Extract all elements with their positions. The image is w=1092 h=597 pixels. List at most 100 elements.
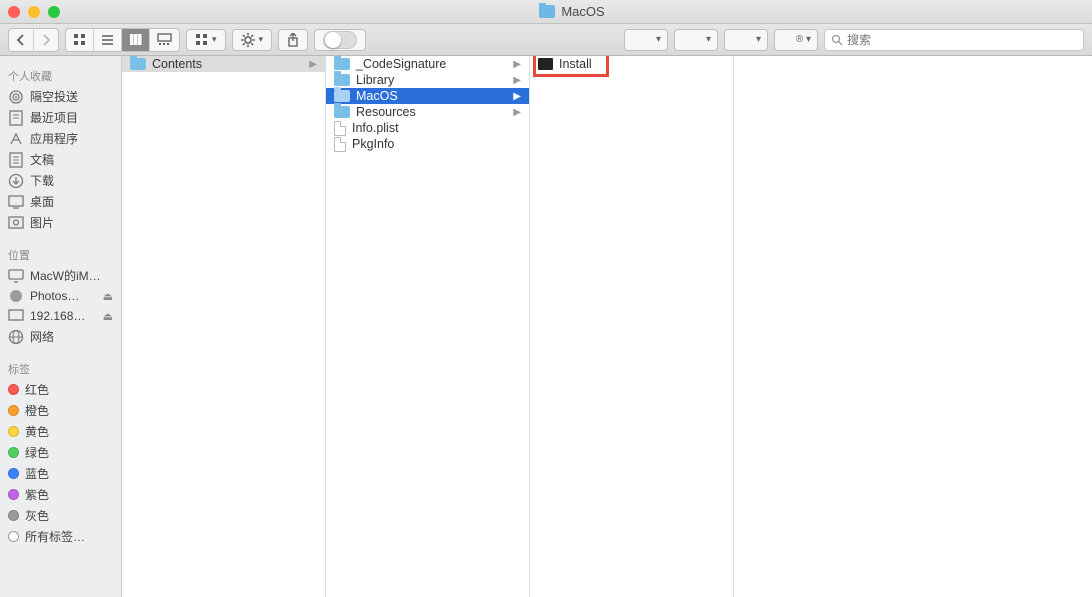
sidebar-item-label: 蓝色 — [25, 465, 49, 482]
sidebar-favorite-3[interactable]: 文稿 — [0, 149, 121, 170]
file-row[interactable]: PkgInfo — [326, 136, 529, 152]
sidebar-item-label: 所有标签… — [25, 528, 85, 545]
file-name: Library — [356, 73, 394, 87]
sidebar-tag-4[interactable]: 蓝色 — [0, 463, 121, 484]
sidebar-location-0[interactable]: MacW的iM… — [0, 265, 121, 286]
file-row[interactable]: Install — [530, 56, 733, 72]
eject-icon[interactable]: ⏏ — [103, 310, 113, 323]
applications-icon — [8, 131, 24, 147]
chevron-right-icon: ▶ — [513, 107, 521, 118]
chevron-right-icon: ▶ — [309, 59, 317, 70]
dropdown-4[interactable]: ® ▾ — [774, 29, 818, 51]
sidebar-tag-0[interactable]: 红色 — [0, 379, 121, 400]
sidebar-tag-7[interactable]: 所有标签… — [0, 526, 121, 547]
sidebar-location-1[interactable]: Photos… ⏏ — [0, 286, 121, 306]
file-row[interactable]: Contents ▶ — [122, 56, 325, 72]
server-icon — [8, 308, 24, 324]
titlebar: MacOS — [0, 0, 1092, 24]
file-icon — [334, 137, 346, 152]
tag-color-icon — [8, 405, 19, 416]
folder-icon — [334, 58, 350, 70]
sidebar-tag-5[interactable]: 紫色 — [0, 484, 121, 505]
dropdown-1[interactable]: ▾ — [624, 29, 668, 51]
sidebar: 个人收藏 隔空投送最近项目应用程序文稿下载桌面图片 位置 MacW的iM…Pho… — [0, 56, 122, 597]
tag-color-icon — [8, 384, 19, 395]
chevron-right-icon: ▶ — [513, 59, 521, 70]
view-buttons — [65, 28, 180, 52]
column-4 — [734, 56, 1092, 597]
nav-buttons — [8, 28, 59, 52]
sidebar-favorite-0[interactable]: 隔空投送 — [0, 86, 121, 107]
column-view-button[interactable] — [122, 29, 150, 51]
sidebar-location-2[interactable]: 192.168…⏏ — [0, 306, 121, 326]
sidebar-favorite-5[interactable]: 桌面 — [0, 191, 121, 212]
close-button[interactable] — [8, 6, 20, 18]
sidebar-item-label: 网络 — [30, 328, 54, 345]
sidebar-item-label: 下载 — [30, 172, 54, 189]
window-title: MacOS — [561, 4, 604, 19]
sidebar-item-label: 桌面 — [30, 193, 54, 210]
search-icon — [831, 34, 843, 46]
locations-header: 位置 — [0, 243, 121, 265]
file-name: Contents — [152, 57, 202, 71]
traffic-lights — [8, 6, 60, 18]
eject-icon[interactable]: ⏏ — [103, 290, 113, 303]
sidebar-item-label: 橙色 — [25, 402, 49, 419]
dropdown-3[interactable]: ▾ — [724, 29, 768, 51]
file-name: MacOS — [356, 89, 398, 103]
file-row[interactable]: Resources ▶ — [326, 104, 529, 120]
icon-view-button[interactable] — [66, 29, 94, 51]
zoom-button[interactable] — [48, 6, 60, 18]
file-name: Resources — [356, 105, 416, 119]
sidebar-item-label: 绿色 — [25, 444, 49, 461]
disk-icon — [8, 288, 24, 304]
sidebar-item-label: 图片 — [30, 214, 54, 231]
folder-icon — [334, 74, 350, 86]
airdrop-icon — [8, 89, 24, 105]
chevron-right-icon: ▶ — [513, 91, 521, 102]
tags-button[interactable] — [314, 29, 366, 51]
sidebar-favorite-1[interactable]: 最近项目 — [0, 107, 121, 128]
sidebar-item-label: 灰色 — [25, 507, 49, 524]
column-1: Contents ▶ — [122, 56, 326, 597]
downloads-icon — [8, 173, 24, 189]
network-icon — [8, 329, 24, 345]
column-browser: Contents▶ _CodeSignature▶Library▶MacOS▶R… — [122, 56, 1092, 597]
minimize-button[interactable] — [28, 6, 40, 18]
sidebar-favorite-4[interactable]: 下载 — [0, 170, 121, 191]
toggle-icon — [323, 31, 357, 49]
action-button[interactable]: ▾ — [232, 29, 273, 51]
exec-icon — [538, 58, 553, 70]
share-button[interactable] — [278, 29, 308, 51]
tag-color-icon — [8, 468, 19, 479]
tag-color-icon — [8, 510, 19, 521]
sidebar-tag-1[interactable]: 橙色 — [0, 400, 121, 421]
file-row[interactable]: MacOS ▶ — [326, 88, 529, 104]
file-row[interactable]: _CodeSignature ▶ — [326, 56, 529, 72]
folder-icon — [130, 58, 146, 70]
sidebar-tag-2[interactable]: 黄色 — [0, 421, 121, 442]
tags-header: 标签 — [0, 357, 121, 379]
sidebar-item-label: Photos… — [30, 289, 79, 303]
dropdown-2[interactable]: ▾ — [674, 29, 718, 51]
gallery-view-button[interactable] — [150, 29, 179, 51]
column-3: Install — [530, 56, 734, 597]
tag-color-icon — [8, 426, 19, 437]
file-row[interactable]: Info.plist — [326, 120, 529, 136]
forward-button[interactable] — [34, 29, 58, 51]
sidebar-item-label: 黄色 — [25, 423, 49, 440]
title-folder-icon — [539, 5, 555, 18]
sidebar-tag-6[interactable]: 灰色 — [0, 505, 121, 526]
sidebar-favorite-6[interactable]: 图片 — [0, 212, 121, 233]
sidebar-tag-3[interactable]: 绿色 — [0, 442, 121, 463]
sidebar-item-label: 最近项目 — [30, 109, 78, 126]
group-button[interactable]: ▾ — [186, 29, 226, 51]
file-name: _CodeSignature — [356, 57, 446, 71]
search-input[interactable] — [847, 33, 1077, 47]
file-row[interactable]: Library▶ — [326, 72, 529, 88]
sidebar-location-3[interactable]: 网络 — [0, 326, 121, 347]
sidebar-favorite-2[interactable]: 应用程序 — [0, 128, 121, 149]
back-button[interactable] — [9, 29, 34, 51]
list-view-button[interactable] — [94, 29, 122, 51]
search-field[interactable] — [824, 29, 1084, 51]
